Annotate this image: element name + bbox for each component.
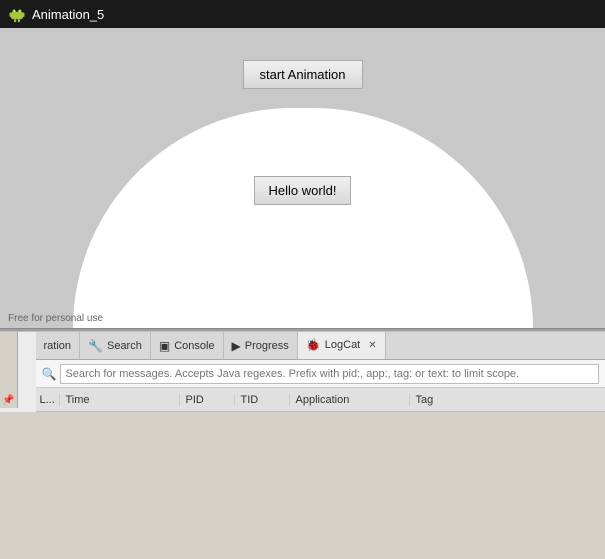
logcat-close-button[interactable]: ✕ xyxy=(368,340,376,351)
left-toolbar: 📌 xyxy=(0,332,18,408)
col-header-tid: TID xyxy=(235,394,290,406)
console-tab-icon: ▣ xyxy=(159,339,170,353)
col-header-level: L... xyxy=(36,394,60,406)
col-header-time: Time xyxy=(60,394,180,406)
tab-search-label: Search xyxy=(107,340,142,352)
tab-logcat-label: LogCat xyxy=(325,339,360,351)
watermark-text: Free for personal use xyxy=(8,313,103,324)
tab-console-label: Console xyxy=(174,340,214,352)
toolbar-pin-button[interactable]: 📌 xyxy=(0,392,16,408)
tab-logcat[interactable]: 🐞 LogCat ✕ xyxy=(298,332,386,360)
search-bar: 🔍 xyxy=(36,360,605,388)
emulator-screen: start Animation Hello world! Free for pe… xyxy=(0,28,605,328)
tab-bar: ration 🔧 Search ▣ Console ▶ Progress 🐞 L… xyxy=(36,332,605,360)
title-bar: Animation_5 xyxy=(0,0,605,28)
tab-declaration-label: ration xyxy=(44,340,72,352)
search-tab-icon: 🔧 xyxy=(88,339,103,353)
bottom-panel: 📌 ration 🔧 Search ▣ Console ▶ Progress 🐞… xyxy=(0,332,605,412)
logcat-tab-icon: 🐞 xyxy=(306,338,321,352)
logcat-search-input[interactable] xyxy=(60,364,599,384)
col-header-pid: PID xyxy=(180,394,235,406)
android-icon xyxy=(8,5,26,23)
tab-search[interactable]: 🔧 Search xyxy=(80,332,151,359)
col-header-tag: Tag xyxy=(410,394,605,406)
content-area: ration 🔧 Search ▣ Console ▶ Progress 🐞 L… xyxy=(36,332,605,412)
semicircle-decoration xyxy=(73,108,533,328)
window-title: Animation_5 xyxy=(32,7,104,22)
col-header-application: Application xyxy=(290,394,410,406)
tab-progress[interactable]: ▶ Progress xyxy=(224,332,298,359)
start-animation-button[interactable]: start Animation xyxy=(243,60,363,89)
table-header: L... Time PID TID Application Tag xyxy=(36,388,605,412)
tab-declaration[interactable]: ration xyxy=(36,332,81,359)
search-icon[interactable]: 🔍 xyxy=(42,367,57,381)
tab-progress-label: Progress xyxy=(245,340,289,352)
hello-world-label: Hello world! xyxy=(254,176,352,205)
tab-console[interactable]: ▣ Console xyxy=(151,332,224,359)
progress-tab-icon: ▶ xyxy=(232,339,241,353)
